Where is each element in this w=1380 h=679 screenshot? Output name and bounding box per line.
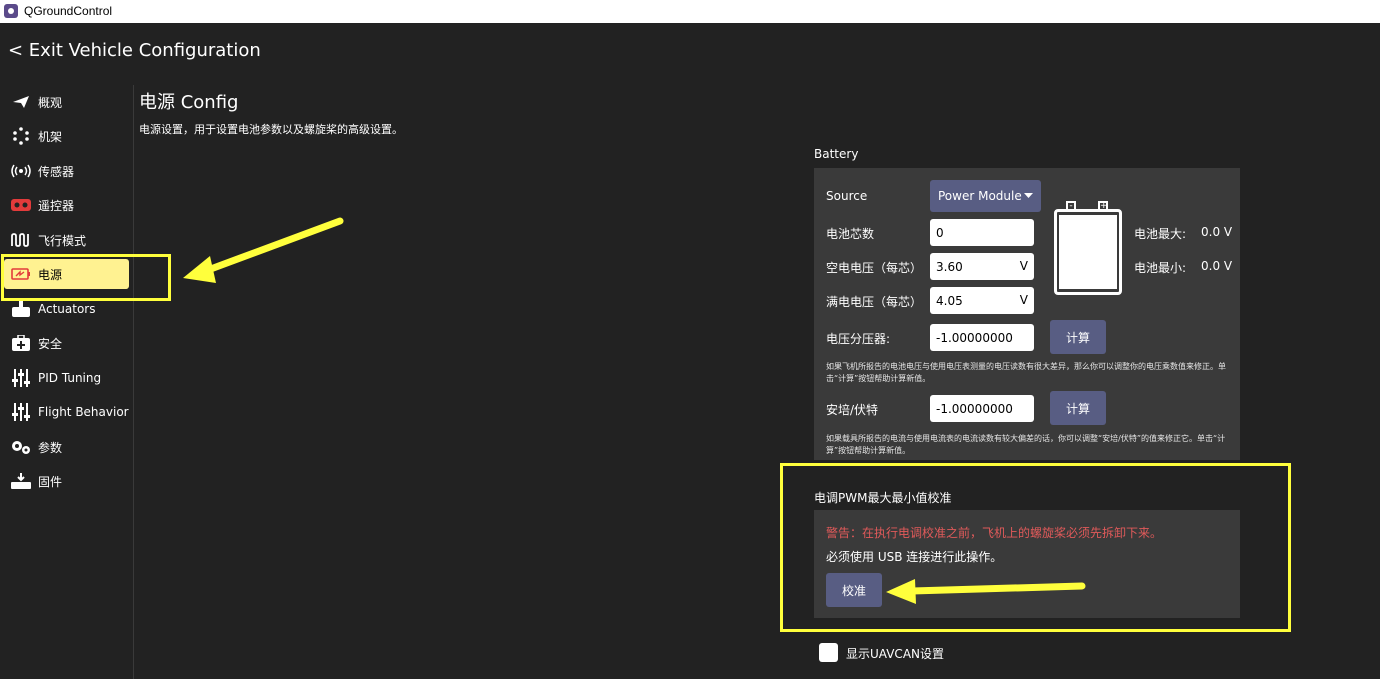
sidebar-item-label: Flight Behavior xyxy=(38,405,129,419)
highlight-box-esc xyxy=(780,463,1291,632)
amps-calculate-button[interactable]: 计算 xyxy=(1050,391,1106,425)
airframe-icon xyxy=(10,126,32,146)
battery-section-label: Battery xyxy=(814,147,859,161)
flight-modes-icon xyxy=(10,230,32,250)
empty-voltage-input[interactable]: 3.60 V xyxy=(930,253,1034,280)
battery-max-label: 电池最大: xyxy=(1134,227,1187,241)
sidebar-item-summary[interactable]: 概观 xyxy=(4,87,129,117)
battery-min-value: 0.0 V xyxy=(1201,259,1233,273)
radio-icon xyxy=(10,195,32,215)
voltage-unit: V xyxy=(1019,259,1028,273)
firmware-icon xyxy=(10,471,32,491)
voltage-unit: V xyxy=(1019,293,1028,307)
sidebar-item-label: 概观 xyxy=(38,95,63,110)
qgc-logo-icon xyxy=(4,4,18,18)
sidebar-item-flight-behavior[interactable]: Flight Behavior xyxy=(4,397,129,427)
window-titlebar: QGroundControl xyxy=(0,0,1380,23)
amps-per-volt-input[interactable]: -1.00000000 xyxy=(930,395,1034,422)
highlight-box-sidebar xyxy=(1,254,171,301)
voltage-divider-help: 如果飞机所报告的电池电压与使用电压表测量的电压读数有很大差异，那么你可以调整你的… xyxy=(826,362,1226,383)
chevron-down-icon xyxy=(1024,193,1033,198)
amps-per-volt-value: -1.00000000 xyxy=(936,401,1013,416)
sidebar-item-sensors[interactable]: 传感器 xyxy=(4,156,129,186)
full-voltage-label: 满电电压（每芯） xyxy=(826,295,923,309)
tuning-icon xyxy=(10,368,32,388)
sidebar-item-label: 参数 xyxy=(38,440,63,455)
sidebar-item-firmware[interactable]: 固件 xyxy=(4,466,129,496)
sidebar-item-label: 飞行模式 xyxy=(38,233,87,248)
sidebar-item-parameters[interactable]: 参数 xyxy=(4,432,129,462)
cells-label: 电池芯数 xyxy=(826,227,875,241)
page-description: 电源设置，用于设置电池参数以及螺旋桨的高级设置。 xyxy=(139,123,403,136)
sidebar-item-label: Actuators xyxy=(38,302,96,316)
sidebar-item-label: 机架 xyxy=(38,129,63,144)
page-title: 电源 Config xyxy=(139,92,239,113)
sidebar-item-label: 安全 xyxy=(38,336,63,351)
sidebar-item-pid-tuning[interactable]: PID Tuning xyxy=(4,363,129,393)
actuators-icon xyxy=(10,299,32,319)
plane-icon xyxy=(10,92,32,112)
amps-per-volt-label: 安培/伏特 xyxy=(826,403,879,417)
sensors-icon xyxy=(10,161,32,181)
source-dropdown[interactable]: Power Module xyxy=(930,180,1041,212)
cells-input-value: 0 xyxy=(936,225,944,240)
voltage-divider-value: -1.00000000 xyxy=(936,330,1013,345)
sidebar-item-airframe[interactable]: 机架 xyxy=(4,121,129,151)
arrow-to-power xyxy=(183,217,344,283)
uavcan-checkbox-label: 显示UAVCAN设置 xyxy=(846,647,944,661)
sidebar-item-label: 固件 xyxy=(38,474,63,489)
sidebar-item-radio[interactable]: 遥控器 xyxy=(4,190,129,220)
full-voltage-value: 4.05 xyxy=(936,293,963,308)
empty-voltage-value: 3.60 xyxy=(936,259,963,274)
source-label: Source xyxy=(826,189,868,203)
exit-vehicle-config-button[interactable]: < Exit Vehicle Configuration xyxy=(8,40,261,61)
source-dropdown-value: Power Module xyxy=(938,189,1022,203)
parameters-icon xyxy=(10,437,32,457)
sidebar-item-flight-modes[interactable]: 飞行模式 xyxy=(4,225,129,255)
uavcan-checkbox[interactable] xyxy=(819,643,838,662)
amps-per-volt-help: 如果载具所报告的电流与使用电流表的电流读数有较大偏差的话，你可以调整“安培/伏特… xyxy=(826,434,1226,455)
voltage-divider-label: 电压分压器: xyxy=(826,332,891,346)
sidebar-divider xyxy=(133,85,134,679)
sidebar-item-safety[interactable]: 安全 xyxy=(4,328,129,358)
empty-voltage-label: 空电电压（每芯） xyxy=(826,261,923,275)
battery-min-label: 电池最小: xyxy=(1134,261,1187,275)
window-title: QGroundControl xyxy=(24,4,113,18)
battery-max-value: 0.0 V xyxy=(1201,225,1233,239)
battery-icon: - + xyxy=(1054,201,1122,295)
voltage-divider-input[interactable]: -1.00000000 xyxy=(930,324,1034,351)
sidebar-item-label: 传感器 xyxy=(38,164,75,179)
safety-icon xyxy=(10,333,32,353)
sidebar-item-label: PID Tuning xyxy=(38,371,102,385)
voltage-calculate-button[interactable]: 计算 xyxy=(1050,320,1106,354)
flight-behavior-icon xyxy=(10,402,32,422)
full-voltage-input[interactable]: 4.05 V xyxy=(930,287,1034,314)
cells-input[interactable]: 0 xyxy=(930,219,1034,246)
sidebar-item-label: 遥控器 xyxy=(38,198,75,213)
